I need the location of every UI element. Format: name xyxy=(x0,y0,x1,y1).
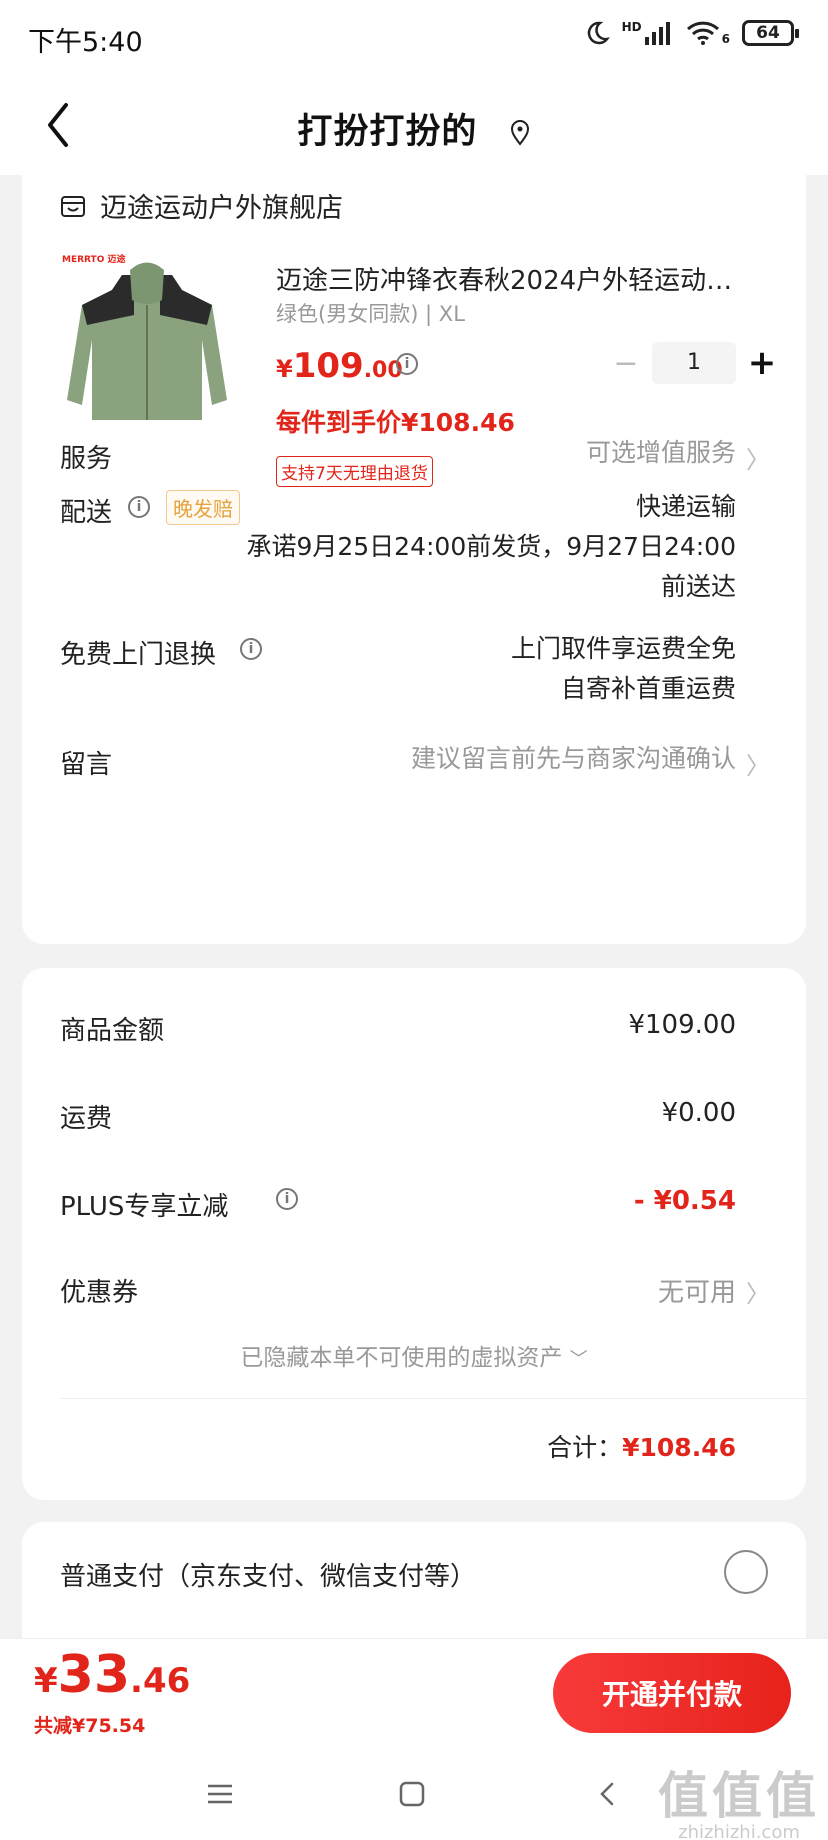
message-label: 留言 xyxy=(60,750,113,780)
payment-method-radio[interactable] xyxy=(724,1550,768,1594)
brand-logo: MERRTO 迈途 xyxy=(62,253,126,265)
goods-amount-value: ¥109.00 xyxy=(628,1010,736,1040)
pay-decimal: .46 xyxy=(130,1661,191,1701)
network-type-label: HD xyxy=(621,20,642,34)
chevron-right-icon[interactable]: 〉 xyxy=(746,1274,770,1309)
product-title[interactable]: 迈途三防冲锋衣春秋2024户外轻运动… xyxy=(276,260,776,297)
hidden-assets-toggle[interactable]: 已隐藏本单不可使用的虚拟资产 ﹀ xyxy=(22,1338,806,1372)
delivery-promise-line2: 前送达 xyxy=(660,572,736,601)
increase-button[interactable]: + xyxy=(736,343,788,383)
chevron-right-icon[interactable]: 〉 xyxy=(746,746,770,781)
return-policy-badge: 支持7天无理由退货 xyxy=(276,456,433,487)
goods-amount-label: 商品金额 xyxy=(60,1016,165,1046)
price-summary-card: 商品金额 ¥109.00 运费 ¥0.00 PLUS专享立减 i - ¥0.54… xyxy=(22,968,806,1500)
price-integer: 109 xyxy=(292,346,364,386)
free-return-label: 免费上门退换 xyxy=(60,640,217,670)
product-image[interactable]: MERRTO 迈途 xyxy=(62,250,232,450)
wifi-generation-label: 6 xyxy=(721,32,730,46)
total-value: ¥108.46 xyxy=(622,1433,736,1462)
quantity-stepper: − 1 + xyxy=(600,342,788,384)
store-row[interactable]: 迈途运动户外旗舰店 xyxy=(60,186,343,225)
total-saved: 共减¥75.54 xyxy=(34,1715,146,1737)
wifi-icon xyxy=(686,21,719,45)
pay-currency: ¥ xyxy=(34,1661,58,1701)
plus-discount-label: PLUS专享立减 xyxy=(60,1192,229,1222)
service-value[interactable]: 可选增值服务 xyxy=(586,432,736,474)
free-return-line1: 上门取件享运费全免 xyxy=(510,634,736,663)
order-item-card: 迈途运动户外旗舰店 MERRTO 迈途 迈途三防冲锋衣春秋2024户外轻运动… … xyxy=(22,170,806,944)
hidden-assets-text: 已隐藏本单不可使用的虚拟资产 xyxy=(240,1345,563,1371)
chevron-down-icon: ﹀ xyxy=(569,1349,588,1370)
plus-discount-value: - ¥0.54 xyxy=(633,1186,736,1216)
delivery-info-icon[interactable]: i xyxy=(128,496,150,518)
shipping-label: 运费 xyxy=(60,1104,113,1134)
service-label: 服务 xyxy=(60,444,113,474)
activate-and-pay-button[interactable]: 开通并付款 xyxy=(553,1653,791,1733)
menu-icon[interactable] xyxy=(200,1774,240,1814)
coupon-label: 优惠券 xyxy=(60,1278,139,1308)
signal-icon xyxy=(644,22,670,45)
watermark-logo: 值值值 xyxy=(658,1767,820,1825)
divider xyxy=(60,1398,806,1399)
store-name: 迈途运动户外旗舰店 xyxy=(100,193,343,224)
total-row: 合计：¥108.46 xyxy=(547,1428,736,1464)
plus-info-icon[interactable]: i xyxy=(276,1188,298,1210)
battery-icon: 64 xyxy=(742,20,799,46)
total-label: 合计： xyxy=(547,1433,623,1462)
delivery-label: 配送 xyxy=(60,498,113,528)
moon-icon xyxy=(587,21,610,45)
status-icons: HD 6 64 xyxy=(584,20,799,46)
status-bar: 下午5:40 HD 6 64 xyxy=(0,0,828,75)
watermark: 值值值 zhizhizhi.com xyxy=(658,1756,820,1840)
header: 打扮打扮的 xyxy=(0,75,828,175)
pay-integer: 33 xyxy=(57,1645,131,1705)
quantity-input[interactable]: 1 xyxy=(652,342,736,384)
final-unit-price: 每件到手价¥108.46 xyxy=(276,408,515,437)
page-title: 打扮打扮的 xyxy=(297,112,478,152)
shipping-value: ¥0.00 xyxy=(661,1098,736,1128)
late-compensation-badge: 晚发赔 xyxy=(166,490,240,525)
delivery-promise-line1: 承诺9月25日24:00前发货，9月27日24:00 xyxy=(246,532,736,561)
status-time: 下午5:40 xyxy=(28,27,143,58)
price-info-icon[interactable]: i xyxy=(396,353,418,375)
chevron-right-icon[interactable]: 〉 xyxy=(746,440,770,475)
price-currency: ¥ xyxy=(276,355,293,383)
decrease-button[interactable]: − xyxy=(600,346,652,381)
home-icon[interactable] xyxy=(392,1774,432,1814)
message-input[interactable]: 建议留言前先与商家沟通确认 xyxy=(411,738,736,780)
free-return-info-icon[interactable]: i xyxy=(240,638,262,660)
store-icon xyxy=(61,195,85,217)
pay-amount: ¥33.46 xyxy=(34,1645,190,1705)
page-title-area[interactable]: 打扮打扮的 xyxy=(0,103,828,154)
coupon-value[interactable]: 无可用 xyxy=(658,1272,736,1309)
checkout-bar: ¥33.46 共减¥75.54 开通并付款 xyxy=(0,1638,828,1746)
watermark-url: zhizhizhi.com xyxy=(678,1822,800,1840)
delivery-method[interactable]: 快递运输 xyxy=(636,486,736,528)
back-icon[interactable] xyxy=(588,1774,628,1814)
product-price: ¥109.00 xyxy=(276,346,403,386)
location-pin-icon xyxy=(510,120,529,146)
free-return-line2: 自寄补首重运费 xyxy=(560,674,736,703)
payment-method-label[interactable]: 普通支付（京东支付、微信支付等） xyxy=(60,1556,476,1593)
product-spec[interactable]: 绿色(男女同款) | XL xyxy=(276,298,465,328)
